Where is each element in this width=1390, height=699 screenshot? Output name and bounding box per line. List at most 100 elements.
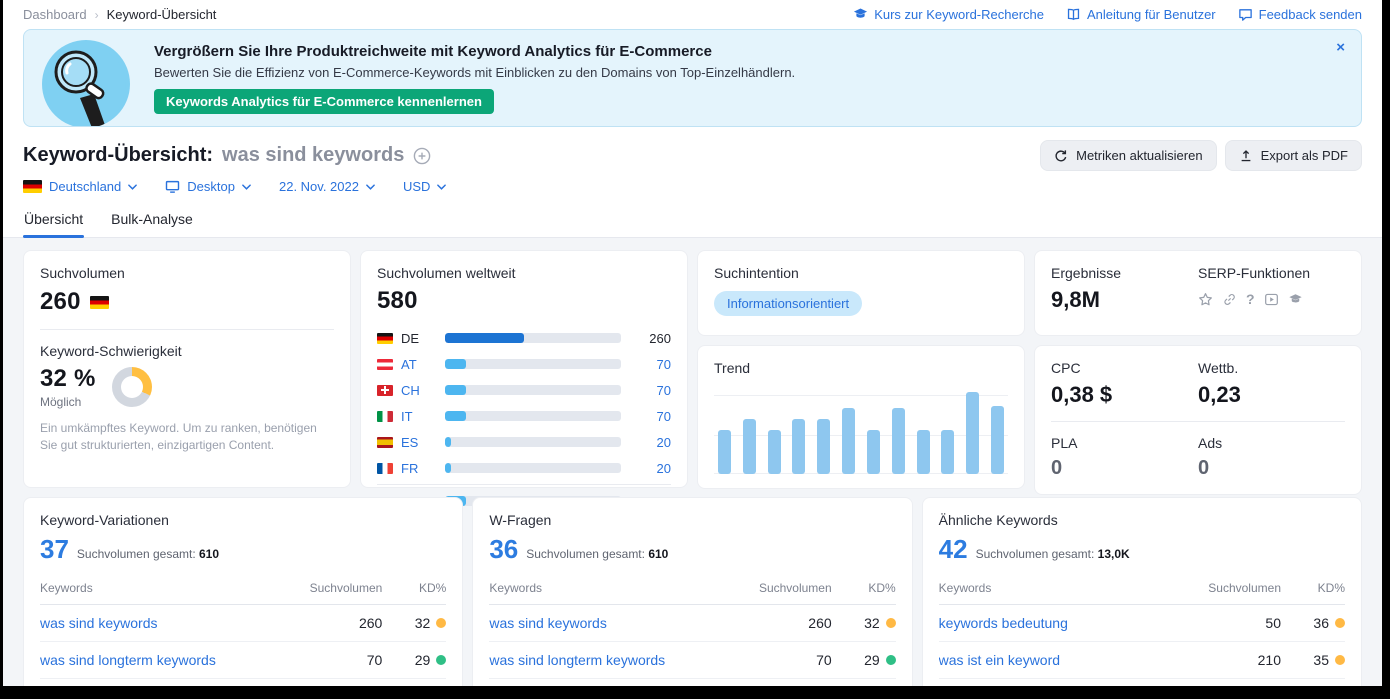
export-pdf-button[interactable]: Export als PDF [1225,140,1362,171]
keyword-link[interactable]: was ist ein keyword [939,652,1195,668]
keyword-link[interactable]: keywords bedeutung [939,615,1195,631]
column-volume: Suchvolumen [296,581,382,595]
country-code[interactable]: FR [401,461,437,476]
search-intent-card: Suchintention Informationsorientiert [697,250,1025,336]
magnifier-hand-illustration [42,40,130,127]
keyword-difficulty-label: Keyword-Schwierigkeit [40,343,334,359]
plus-circle-icon[interactable] [413,147,431,165]
breadcrumb: Dashboard › Keyword-Übersicht [23,7,216,22]
tab-bulk-analyse[interactable]: Bulk-Analyse [110,204,194,237]
trend-bar [718,430,731,474]
competition-label: Wettb. [1198,360,1345,376]
volume-cell: 70 [296,652,382,668]
keyword-difficulty-value: 32 % [40,365,96,393]
chevron-down-icon [437,184,446,190]
ch-flag-icon [377,385,393,396]
question-icon: ? [1246,291,1255,307]
table-row: was sind longterm keywords 70 29 [40,642,446,679]
ads-label: Ads [1198,435,1345,451]
country-code[interactable]: CH [401,383,437,398]
keyword-overview-app: Dashboard › Keyword-Übersicht Kurs zur K… [3,0,1382,686]
country-volume-value[interactable]: 70 [629,383,671,398]
volume-bar-track [445,385,621,395]
banner-text: Vergrößern Sie Ihre Produktreichweite mi… [154,43,795,114]
keyword-count: 36 [489,534,518,565]
cpc-card: CPC 0,38 $ Wettb. 0,23 PLA 0 [1034,345,1362,495]
user-guide-link[interactable]: Anleitung für Benutzer [1066,7,1216,22]
fr-flag-icon [377,463,393,474]
cpc-value: 0,38 $ [1051,382,1198,408]
currency-filter[interactable]: USD [403,179,446,194]
total-volume-label: Suchvolumen gesamt: [77,547,196,561]
trend-card: Trend [697,345,1025,489]
refresh-icon [1054,149,1068,163]
breadcrumb-current: Keyword-Übersicht [107,7,217,22]
tab-uebersicht[interactable]: Übersicht [23,204,84,237]
volume-cell: 210 [1195,652,1281,668]
send-feedback-link[interactable]: Feedback senden [1238,7,1362,22]
ecommerce-cta-button[interactable]: Keywords Analytics für E-Commerce kennen… [154,89,494,114]
keyword-difficulty-description: Ein umkämpftes Keyword. Um zu ranken, be… [40,420,334,455]
video-icon [1264,292,1279,307]
keyword-link[interactable]: was sind longterm keywords [40,652,296,668]
keyword-link[interactable]: was sind keywords [40,615,296,631]
column-kd: KD% [1281,581,1345,595]
chevron-down-icon [128,184,137,190]
country-code[interactable]: ES [401,435,437,450]
country-volume-value[interactable]: 70 [629,409,671,424]
worldwide-volume-total: 580 [377,287,671,315]
w-questions-card: W-Fragen 36Suchvolumen gesamt: 610 Keywo… [472,497,912,686]
keyword-link[interactable]: was sind keywords [489,615,745,631]
table-row: was ist ein keyword 210 35 [939,642,1345,679]
country-volume-value[interactable]: 20 [629,461,671,476]
date-filter[interactable]: 22. Nov. 2022 [279,179,375,194]
at-flag-icon [377,359,393,370]
column-volume: Suchvolumen [1195,581,1281,595]
keyword-link[interactable]: was sind longterm keywords [489,652,745,668]
pla-label: PLA [1051,435,1198,451]
trend-bar [966,392,979,474]
intent-badge[interactable]: Informationsorientiert [714,291,862,316]
export-icon [1239,149,1253,163]
country-volume-value[interactable]: 20 [629,435,671,450]
keyword-difficulty-level: Möglich [40,395,96,409]
de-flag-icon [90,296,109,309]
table-row: keyword definition 110 35 [939,679,1345,686]
refresh-metrics-button[interactable]: Metriken aktualisieren [1040,140,1216,171]
user-guide-book-icon [1066,7,1081,22]
kd-cell: 32 [382,615,446,631]
banner-close-icon[interactable]: × [1336,40,1345,55]
topbar: Dashboard › Keyword-Übersicht Kurs zur K… [3,0,1382,27]
search-volume-card: Suchvolumen 260 Keyword-Schwierigkeit 32… [23,250,351,488]
column-keywords: Keywords [489,581,745,595]
divider [40,329,334,330]
device-filter[interactable]: Desktop [165,179,251,194]
breadcrumb-dashboard-link[interactable]: Dashboard [23,7,87,22]
total-volume-value: 610 [199,547,219,561]
total-volume-label: Suchvolumen gesamt: [976,547,1095,561]
country-filter[interactable]: Deutschland [23,179,137,194]
competition-value: 0,23 [1198,382,1345,408]
column-volume: Suchvolumen [746,581,832,595]
volume-cell: 70 [746,652,832,668]
country-volume-value: 260 [629,331,671,346]
trend-bar [792,419,805,474]
total-volume-label: Suchvolumen gesamt: [526,547,645,561]
kd-cell: 35 [1281,652,1345,668]
column-kd: KD% [832,581,896,595]
country-code: DE [401,331,437,346]
table-row: was sind die top keywords 50 n/v [40,679,446,686]
trend-bar [867,430,880,474]
country-volume-row: AT 70 [377,351,671,377]
table-row: keywords bedeutung 50 36 [939,605,1345,642]
volume-bar [445,333,524,343]
country-code[interactable]: IT [401,409,437,424]
country-volume-list: DE 260 AT 70 CH 70 [377,325,671,514]
trend-bar [817,419,830,474]
feedback-bubble-icon [1238,7,1253,22]
keyword-research-course-link[interactable]: Kurs zur Keyword-Recherche [853,7,1044,22]
filter-bar: Deutschland Desktop 22. Nov. 2022 USD [3,173,1382,204]
volume-cell: 50 [1195,615,1281,631]
country-volume-value[interactable]: 70 [629,357,671,372]
country-code[interactable]: AT [401,357,437,372]
